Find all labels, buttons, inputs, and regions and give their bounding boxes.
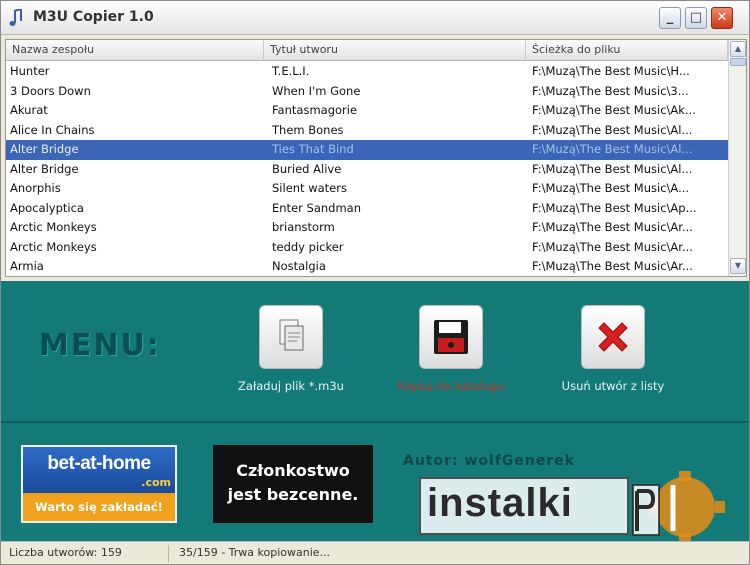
maximize-icon: □ [689,10,703,25]
instalki-pl-logo [632,471,725,541]
load-m3u-button[interactable] [259,305,323,369]
cell-band: 3 Doors Down [10,83,91,98]
scroll-up-icon[interactable]: ▲ [730,41,746,57]
cell-path: F:\Muzą\The Best Music\Ar... [532,239,693,254]
minimize-button[interactable]: _ [659,7,681,29]
remove-track-label: Usuń utwór z listy [561,379,665,393]
column-header-path[interactable]: Ścieżka do pliku [526,40,728,61]
minimize-icon: _ [666,10,674,25]
membership-banner[interactable]: Członkostwo jest bezcenne. [213,445,373,523]
cell-title: Enter Sandman [272,200,361,215]
list-body: Hunter T.E.L.I. F:\Muzą\The Best Music\H..… [6,62,728,276]
bet-at-home-slogan: Warto się zakładać! [35,500,163,514]
scroll-down-icon[interactable]: ▼ [730,258,746,274]
membership-line-2: jest bezcenne. [227,485,359,504]
list-row[interactable]: Anorphis Silent waters F:\Muzą\The Best Mu… [6,179,728,199]
list-row[interactable]: Alter Bridge Ties That Bind F:\Muzą\The Be… [6,140,728,160]
list-header: Nazwa zespołu Tytuł utworu Ścieżka do pl… [6,40,728,61]
cell-title: Them Bones [272,122,344,137]
cell-path: F:\Muzą\The Best Music\Ak... [532,103,696,117]
remove-track-button[interactable] [581,305,645,369]
cell-band: Anorphis [10,181,61,195]
track-count-status: Liczba utworów: 159 [3,545,169,562]
close-icon: ✕ [716,10,728,25]
cell-title: When I'm Gone [272,83,361,98]
cell-title: Buried Alive [272,161,342,176]
cell-title: Fantasmagorie [272,103,358,117]
list-row[interactable]: Hunter T.E.L.I. F:\Muzą\The Best Music\H..… [6,62,728,82]
copy-progress-status: 35/159 - Trwa kopiowanie... [179,546,331,559]
cell-band: Arctic Monkeys [10,239,97,254]
cell-path: F:\Muzą\The Best Music\Ar... [532,259,693,273]
music-note-icon [9,9,22,26]
bet-at-home-banner[interactable]: bet-at-home .com Warto się zakładać! [21,445,177,523]
author-text: Autor: wolfGenerek [403,453,576,469]
cell-path: F:\Muzą\The Best Music\3... [532,83,689,98]
cell-title: Ties That Bind [272,142,354,156]
cell-path: F:\Muzą\The Best Music\Al... [532,122,693,137]
copy-to-folder-label: Kopiuj do katalogu [397,379,505,393]
cell-band: Alice In Chains [10,122,95,137]
window-title: M3U Copier 1.0 [33,9,154,25]
instalki-watermark: instalki [419,471,735,541]
bet-at-home-logo: bet-at-home [47,453,151,474]
banner-bottom: Warto się zakładać! [23,493,175,521]
cell-path: F:\Muzą\The Best Music\A... [532,181,690,195]
list-row[interactable]: Armia Nostalgia F:\Muzą\The Best Music\Ar.… [6,257,728,276]
list-row[interactable]: Arctic Monkeys brianstorm F:\Muzą\The Best… [6,218,728,238]
list-row[interactable]: Arctic Monkeys teddy picker F:\Muzą\The Be… [6,238,728,258]
membership-line-1: Członkostwo [236,461,350,480]
cell-path: F:\Muzą\The Best Music\Al... [532,161,693,176]
cell-band: Alter Bridge [10,142,79,156]
column-header-title[interactable]: Tytuł utworu [264,40,526,61]
red-x-icon [598,322,628,352]
list-row[interactable]: Alice In Chains Them Bones F:\Muzą\The Bes… [6,121,728,141]
list-scrollbar[interactable]: ▲ ▼ [728,40,746,276]
list-row[interactable]: Akurat Fantasmagorie F:\Muzą\The Best Musi… [6,101,728,121]
app-window: M3U Copier 1.0 _ □ ✕ Nazwa zespołu Tytuł… [0,0,750,565]
copy-to-folder-button[interactable] [419,305,483,369]
list-row[interactable]: Apocalyptica Enter Sandman F:\Muzą\The Bes… [6,199,728,219]
list-row[interactable]: 3 Doors Down When I'm Gone F:\Muzą\The Bes… [6,82,728,102]
documents-icon [279,319,304,351]
banner-top: bet-at-home .com [23,447,175,493]
track-list[interactable]: Nazwa zespołu Tytuł utworu Ścieżka do pl… [5,39,747,277]
cell-path: F:\Muzą\The Best Music\H... [532,64,690,78]
cell-path: F:\Muzą\The Best Music\Ar... [532,220,693,234]
title-bar[interactable]: M3U Copier 1.0 _ □ ✕ [1,1,749,35]
menu-panel: MENU: Załaduj plik *.m3u Kopiuj do katal… [1,281,749,421]
cell-band: Arctic Monkeys [10,220,97,234]
load-m3u-label: Załaduj plik *.m3u [238,379,344,393]
cell-path: F:\Muzą\The Best Music\Ap... [532,200,697,215]
cell-title: Silent waters [272,181,347,195]
cell-title: brianstorm [272,220,335,234]
cell-band: Alter Bridge [10,161,79,176]
scroll-thumb[interactable] [730,58,746,66]
cell-band: Akurat [10,103,48,117]
watermark-box: instalki [419,477,629,535]
cell-title: teddy picker [272,239,344,254]
column-header-band[interactable]: Nazwa zespołu [6,40,264,61]
cell-path: F:\Muzą\The Best Music\Al... [532,142,693,156]
maximize-button[interactable]: □ [685,7,707,29]
bet-at-home-domain: .com [141,476,171,489]
close-button[interactable]: ✕ [711,7,733,29]
menu-label: MENU: [39,328,161,363]
cell-band: Hunter [10,64,50,78]
cell-title: T.E.L.I. [272,64,310,78]
ad-panel: bet-at-home .com Warto się zakładać! Czł… [1,421,749,541]
watermark-word: instalki [427,481,573,525]
status-bar: Liczba utworów: 159 35/159 - Trwa kopiow… [1,541,749,564]
floppy-disk-icon [434,320,468,354]
cell-band: Apocalyptica [10,200,84,215]
cell-title: Nostalgia [272,259,326,273]
list-row[interactable]: Alter Bridge Buried Alive F:\Muzą\The Best… [6,160,728,180]
cell-band: Armia [10,259,44,273]
